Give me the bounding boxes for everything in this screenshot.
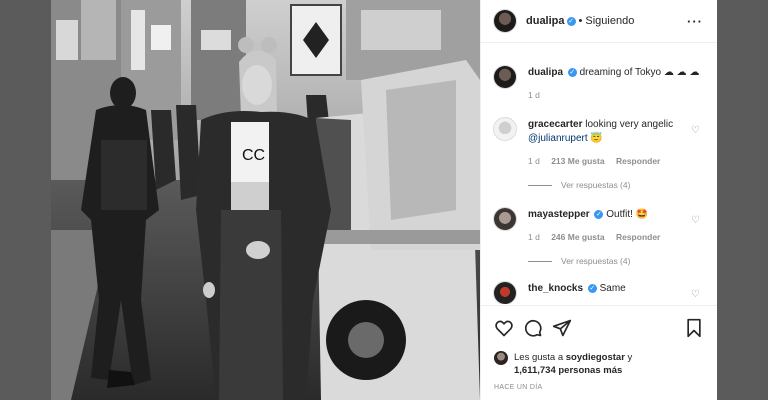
- comment-text: looking very angelic: [582, 119, 674, 130]
- post-actions: Les gusta a soydiegostar y 1,611,734 per…: [481, 305, 717, 391]
- caption-time: 1 d: [528, 90, 540, 100]
- reply-button[interactable]: Responder: [616, 232, 660, 242]
- likes-summary[interactable]: Les gusta a soydiegostar y 1,611,734 per…: [494, 351, 704, 377]
- post-photo[interactable]: CC: [51, 0, 480, 400]
- reply-button[interactable]: Responder: [616, 156, 660, 166]
- comment-time: 1 d: [528, 156, 540, 166]
- comment-username[interactable]: mayastepper: [528, 209, 590, 220]
- comment-likes[interactable]: 246 Me gusta: [551, 232, 604, 242]
- comment-item: the_knocks ✓ Same ♡: [494, 282, 704, 304]
- caption-row: dualipa ✓ dreaming of Tokyo ☁ ☁ ☁ 1 d: [494, 66, 704, 102]
- caption-text: dreaming of Tokyo ☁ ☁ ☁: [579, 67, 700, 78]
- backdrop-right: [717, 0, 768, 400]
- view-replies-button[interactable]: Ver respuestas (4): [528, 180, 704, 190]
- comment-likes[interactable]: 213 Me gusta: [551, 156, 604, 166]
- liker-avatar[interactable]: [494, 351, 508, 365]
- comment-like-heart-icon[interactable]: ♡: [691, 289, 700, 300]
- liker-username[interactable]: soydiegostar: [566, 352, 625, 363]
- verified-badge-icon: ✓: [567, 67, 577, 77]
- backdrop-left: [0, 0, 51, 400]
- likes-count[interactable]: 1,611,734 personas más: [514, 365, 622, 376]
- comment-icon[interactable]: [523, 318, 543, 338]
- comment-avatar[interactable]: [494, 282, 516, 304]
- comment-mention-link[interactable]: @julianrupert: [528, 133, 588, 144]
- follow-status-button[interactable]: Siguiendo: [585, 15, 634, 27]
- comment-item: gracecarter looking very angelic @julian…: [494, 118, 704, 168]
- post-header: dualipa ✓ • Siguiendo ···: [481, 0, 717, 43]
- comment-username[interactable]: the_knocks: [528, 283, 583, 294]
- verified-badge-icon: ✓: [566, 16, 576, 26]
- comment-text: Same: [596, 283, 626, 294]
- heart-icon[interactable]: [494, 318, 514, 338]
- comments-list[interactable]: dualipa ✓ dreaming of Tokyo ☁ ☁ ☁ 1 d gr…: [481, 44, 717, 304]
- comment-emoji: 🤩: [635, 209, 649, 220]
- comment-like-heart-icon[interactable]: ♡: [691, 215, 700, 226]
- comment-item: mayastepper ✓ Outfit! 🤩 1 d 246 Me gusta…: [494, 208, 704, 244]
- caption-avatar[interactable]: [494, 66, 516, 88]
- action-bar: [494, 316, 704, 340]
- view-replies-label: Ver respuestas (4): [561, 180, 631, 190]
- post-timestamp[interactable]: HACE UN DÍA: [494, 384, 704, 391]
- author-username[interactable]: dualipa: [526, 15, 565, 27]
- caption-username[interactable]: dualipa: [528, 67, 563, 78]
- author-avatar[interactable]: [494, 10, 516, 32]
- svg-text:CC: CC: [242, 147, 265, 164]
- comment-text: Outfit!: [603, 209, 636, 220]
- view-replies-button[interactable]: Ver respuestas (4): [528, 256, 704, 266]
- more-options-icon[interactable]: ···: [687, 14, 703, 29]
- bookmark-icon[interactable]: [684, 318, 704, 338]
- share-icon[interactable]: [552, 318, 572, 338]
- comment-time: 1 d: [528, 232, 540, 242]
- comment-username[interactable]: gracecarter: [528, 119, 582, 130]
- comment-avatar[interactable]: [494, 118, 516, 140]
- likes-prefix: Les gusta a: [514, 352, 566, 363]
- view-replies-label: Ver respuestas (4): [561, 256, 631, 266]
- replies-divider: [528, 260, 552, 262]
- verified-badge-icon: ✓: [587, 283, 597, 293]
- comment-like-heart-icon[interactable]: ♡: [691, 125, 700, 136]
- post-sidebar: dualipa ✓ • Siguiendo ··· dualipa ✓ drea…: [480, 0, 717, 400]
- comment-avatar[interactable]: [494, 208, 516, 230]
- replies-divider: [528, 184, 552, 186]
- likes-mid: y: [624, 352, 633, 363]
- street-photo: CC: [51, 0, 480, 400]
- separator-dot: •: [578, 15, 583, 27]
- comment-emoji: 😇: [587, 133, 603, 144]
